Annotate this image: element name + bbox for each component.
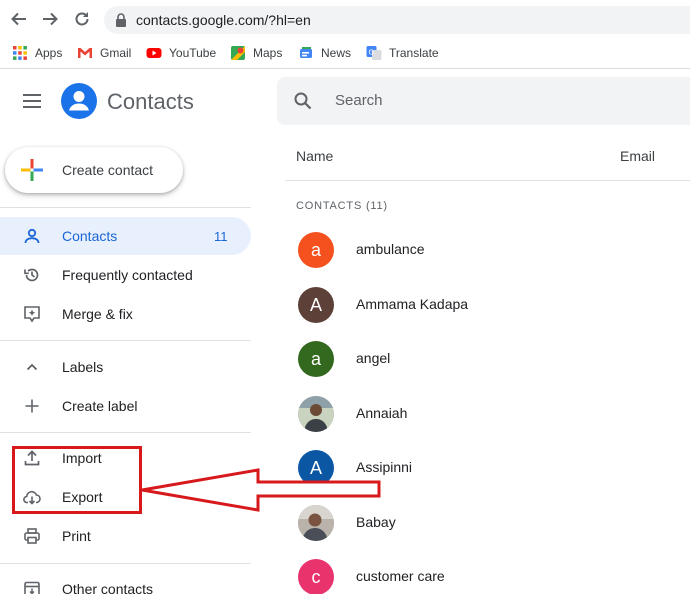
contact-name: Babay: [356, 514, 396, 530]
sidebar-item-label: Frequently contacted: [62, 267, 193, 283]
back-icon[interactable]: [9, 9, 29, 29]
translate-icon: G: [366, 46, 382, 60]
main-menu-icon[interactable]: [22, 92, 42, 110]
lock-icon: [116, 13, 126, 27]
contacts-count: 11: [214, 229, 228, 244]
contacts-logo-icon: [61, 83, 97, 119]
avatar-photo: [298, 396, 334, 432]
bookmark-label: Apps: [35, 46, 63, 60]
merge-fix-icon: [24, 306, 40, 323]
maps-icon: [231, 46, 245, 60]
sidebar-divider: [0, 432, 251, 433]
avatar: a: [298, 341, 334, 377]
sidebar-item-other-contacts[interactable]: Other contacts: [0, 570, 251, 594]
contact-row[interactable]: c customer care: [285, 550, 690, 594]
bookmark-apps[interactable]: Apps: [12, 44, 62, 62]
annotation-box: [12, 446, 142, 514]
sidebar-item-print[interactable]: Print: [0, 517, 251, 555]
contact-row[interactable]: a ambulance: [285, 223, 690, 277]
url-text: contacts.google.com/?hl=en: [136, 12, 311, 28]
browser-toolbar: contacts.google.com/?hl=en: [0, 0, 690, 38]
contact-name: angel: [356, 350, 391, 366]
contact-name: customer care: [356, 568, 445, 584]
history-icon: [24, 268, 39, 282]
column-header-email[interactable]: Email: [620, 148, 655, 164]
contact-row[interactable]: A Ammama Kadapa: [285, 278, 690, 332]
sidebar-item-labels[interactable]: Labels: [0, 348, 251, 386]
avatar: c: [298, 559, 334, 594]
section-header: CONTACTS (11): [296, 200, 388, 212]
sidebar-item-label: Print: [62, 528, 91, 544]
apps-grid-icon: [13, 46, 27, 60]
address-bar[interactable]: contacts.google.com/?hl=en: [104, 6, 690, 34]
chrome-divider: [0, 68, 690, 69]
contact-row[interactable]: a angel: [285, 332, 690, 386]
bookmark-gmail[interactable]: Gmail: [77, 44, 131, 62]
sidebar-item-label: Contacts: [62, 228, 118, 244]
bookmark-label: Gmail: [100, 46, 132, 60]
screen: contacts.google.com/?hl=en Apps Gmail Yo…: [0, 0, 690, 594]
search-icon[interactable]: [293, 91, 313, 111]
bookmark-label: Translate: [389, 46, 439, 60]
sidebar-item-frequently-contacted[interactable]: Frequently contacted: [0, 256, 251, 294]
svg-text:G: G: [369, 49, 374, 57]
list-divider: [285, 180, 690, 181]
chevron-up-icon: [26, 363, 38, 371]
sidebar-divider: [0, 563, 251, 564]
sidebar-item-label: Create label: [62, 398, 138, 414]
bookmark-maps[interactable]: Maps: [230, 44, 282, 62]
bookmark-label: News: [321, 46, 352, 60]
column-header-name[interactable]: Name: [296, 148, 333, 164]
create-contact-label: Create contact: [62, 162, 154, 178]
app-title: Contacts: [107, 89, 194, 114]
bookmarks-bar: Apps Gmail YouTube Maps News G Translate: [0, 38, 690, 68]
plus-icon: [25, 399, 39, 413]
avatar: a: [298, 232, 334, 268]
create-contact-button[interactable]: Create contact: [5, 147, 183, 193]
contact-name: Ammama Kadapa: [356, 296, 469, 312]
contact-name: Annaiah: [356, 405, 408, 421]
archive-icon: [24, 581, 40, 594]
bookmark-translate[interactable]: G Translate: [366, 44, 439, 62]
bookmark-label: Maps: [253, 46, 283, 60]
sidebar-divider: [0, 340, 251, 341]
person-icon: [24, 228, 40, 244]
bookmark-youtube[interactable]: YouTube: [146, 44, 216, 62]
search-bar[interactable]: Search: [277, 77, 690, 125]
sidebar-item-merge-fix[interactable]: Merge & fix: [0, 295, 251, 333]
printer-icon: [24, 528, 40, 544]
gmail-icon: [78, 48, 92, 58]
avatar: A: [298, 287, 334, 323]
news-icon: [300, 47, 312, 58]
search-input[interactable]: Search: [335, 92, 383, 109]
youtube-icon: [146, 48, 162, 58]
sidebar-item-label: Merge & fix: [62, 306, 133, 322]
sidebar-item-create-label[interactable]: Create label: [0, 387, 251, 425]
sidebar-item-contacts[interactable]: Contacts 11: [0, 217, 251, 255]
bookmark-news[interactable]: News: [298, 44, 351, 62]
sidebar-item-label: Labels: [62, 359, 104, 375]
forward-icon[interactable]: [40, 9, 60, 29]
sidebar-divider: [0, 207, 251, 208]
contact-name: ambulance: [356, 241, 425, 257]
annotation-arrow-icon: [141, 468, 381, 512]
multicolor-plus-icon: [21, 159, 43, 181]
bookmark-label: YouTube: [169, 46, 217, 60]
reload-icon[interactable]: [72, 9, 92, 29]
sidebar-item-label: Other contacts: [62, 581, 154, 594]
contact-row[interactable]: Annaiah: [285, 387, 690, 441]
